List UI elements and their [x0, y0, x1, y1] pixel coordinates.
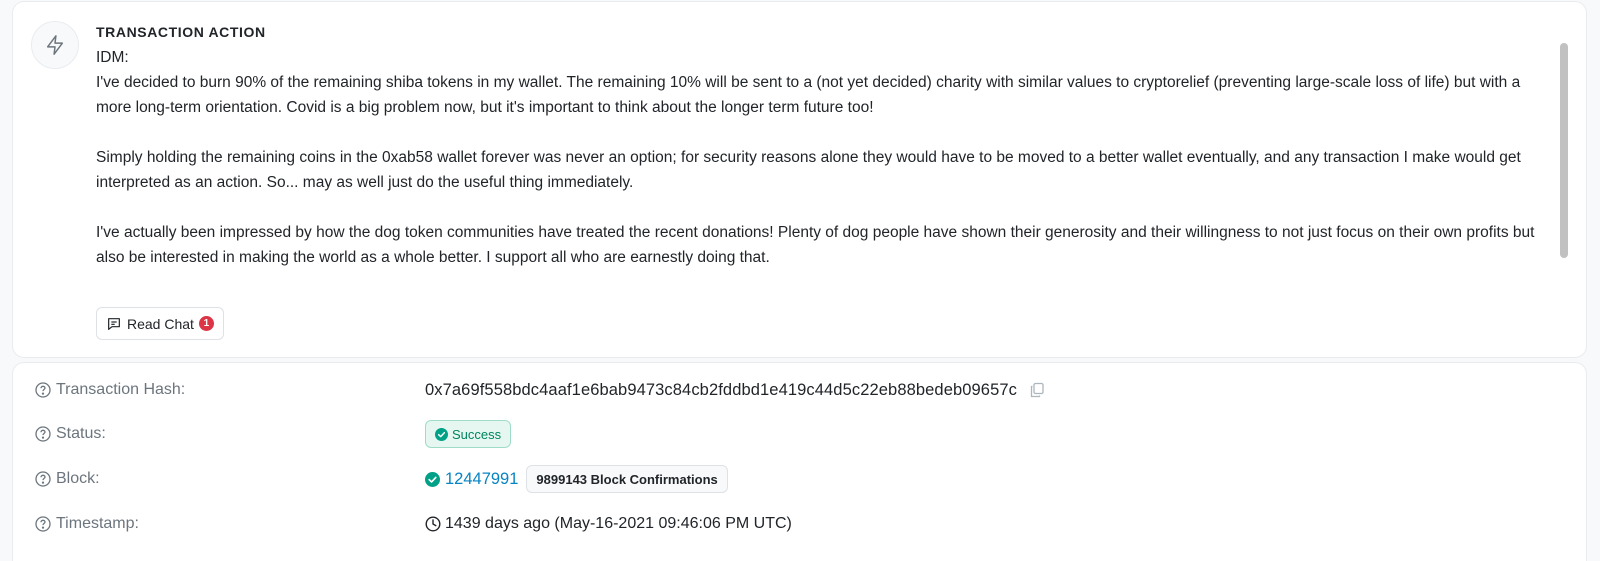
read-chat-label: Read Chat [127, 315, 194, 332]
status-row: Status: Success [35, 419, 1565, 449]
message-scrollbar[interactable] [1560, 43, 1568, 258]
message-paragraph: IDM: [96, 49, 129, 66]
timestamp-row: Timestamp: 1439 days ago (May-16-2021 09… [35, 509, 1565, 539]
block-number-link[interactable]: 12447991 [445, 470, 518, 489]
message-paragraph: I've actually been impressed by how the … [96, 224, 1535, 266]
timestamp-value: 1439 days ago (May-16-2021 09:46:06 PM U… [445, 515, 792, 532]
status-label: Status: [56, 425, 106, 442]
message-paragraph: Simply holding the remaining coins in th… [96, 149, 1521, 191]
block-row: Block: 12447991 9899143 Block Confirmati… [35, 464, 1565, 494]
bolt-icon [31, 21, 79, 69]
status-value: Success [452, 426, 502, 442]
copy-icon[interactable] [1029, 382, 1045, 398]
check-circle-icon [435, 427, 448, 441]
timestamp-label: Timestamp: [56, 515, 139, 532]
question-icon[interactable] [35, 426, 51, 442]
question-icon[interactable] [35, 516, 51, 532]
hash-label: Transaction Hash: [56, 381, 186, 398]
question-icon[interactable] [35, 382, 51, 398]
action-title: TRANSACTION ACTION [96, 24, 266, 40]
chat-icon [106, 316, 122, 332]
message-paragraph: I've decided to burn 90% of the remainin… [96, 74, 1521, 116]
block-check-icon [425, 471, 440, 487]
question-icon[interactable] [35, 471, 51, 487]
action-message: IDM: I've decided to burn 90% of the rem… [96, 45, 1556, 295]
block-confirmations-badge: 9899143 Block Confirmations [526, 465, 728, 493]
hash-row: Transaction Hash: 0x7a69f558bdc4aaf1e6ba… [35, 375, 1565, 405]
transaction-details-card: Transaction Hash: 0x7a69f558bdc4aaf1e6ba… [12, 362, 1587, 561]
block-label: Block: [56, 470, 100, 487]
status-badge: Success [425, 420, 512, 448]
transaction-hash: 0x7a69f558bdc4aaf1e6bab9473c84cb2fddbd1e… [425, 380, 1017, 399]
unread-count-badge: 1 [198, 316, 214, 331]
clock-icon [425, 516, 441, 532]
read-chat-button[interactable]: Read Chat 1 [96, 307, 224, 340]
transaction-action-card: TRANSACTION ACTION IDM: I've decided to … [12, 1, 1587, 358]
